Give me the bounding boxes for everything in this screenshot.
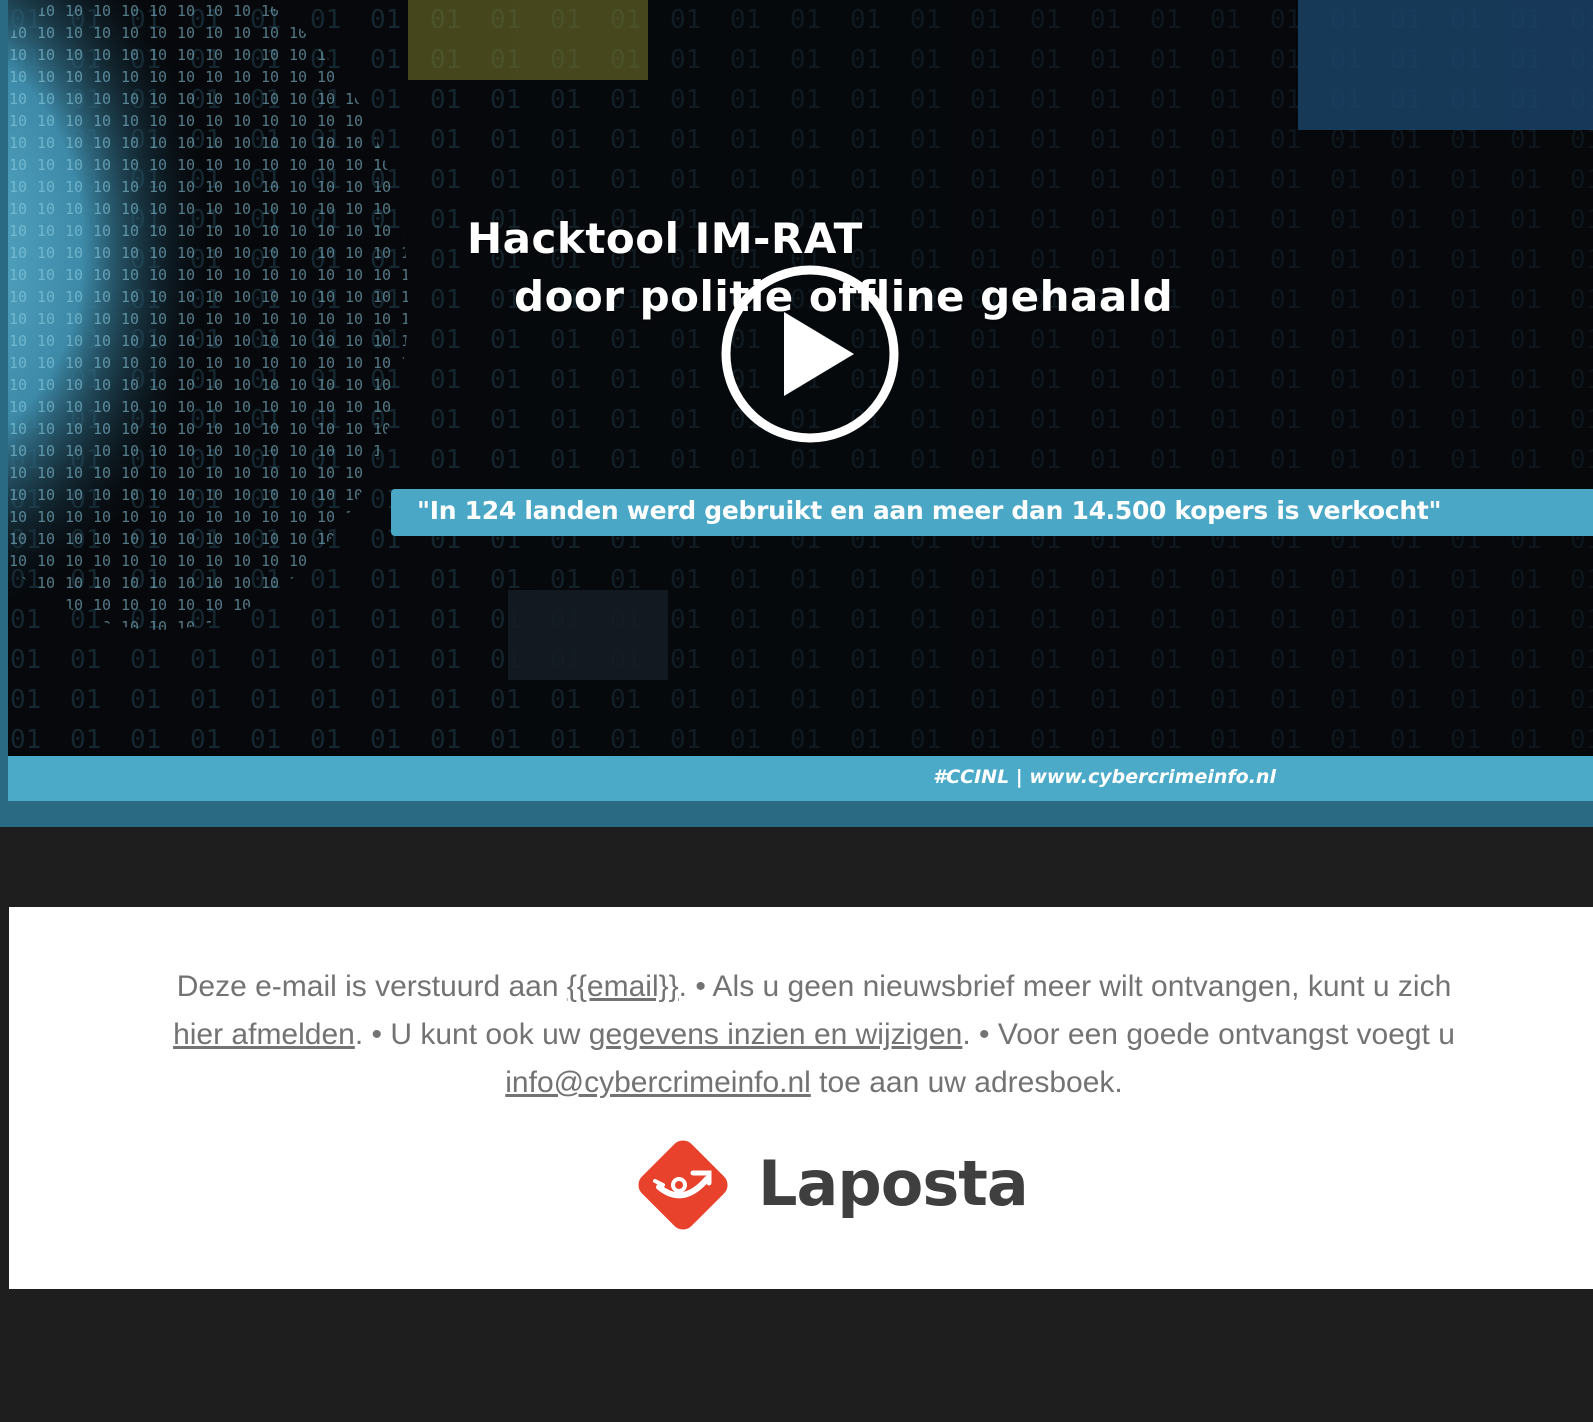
video-thumbnail[interactable]: 01 10 Hacktool IM-RAT door politie offli… bbox=[8, 0, 1593, 801]
unsubscribe-link[interactable]: hier afmelden bbox=[173, 1018, 355, 1051]
notice-text-part3: . • U kunt ook uw bbox=[354, 1018, 589, 1051]
video-card: 01 10 Hacktool IM-RAT door politie offli… bbox=[0, 0, 1593, 827]
video-quote: "In 124 landen werd gebruikt en aan meer… bbox=[417, 496, 1442, 525]
video-footer-text: #CCINL | www.cybercrimeinfo.nl bbox=[933, 766, 1276, 788]
laposta-logo[interactable]: Laposta bbox=[633, 1135, 1029, 1235]
notice-text-part5: toe aan uw adresboek. bbox=[810, 1066, 1123, 1099]
email-link[interactable]: {{email}} bbox=[567, 970, 679, 1003]
play-button[interactable] bbox=[720, 264, 900, 444]
profile-link[interactable]: gegevens inzien en wijzigen bbox=[589, 1018, 963, 1051]
email-footer-notice: Deze e-mail is verstuurd aan {{email}}. … bbox=[9, 907, 1593, 1289]
brand-name: Laposta bbox=[758, 1147, 1029, 1220]
play-icon bbox=[721, 265, 899, 443]
video-headline-line1: Hacktool IM-RAT bbox=[467, 214, 863, 263]
address-link[interactable]: info@cybercrimeinfo.nl bbox=[505, 1066, 811, 1099]
notice-text-part4: . • Voor een goede ontvangst voegt u bbox=[962, 1018, 1455, 1051]
notice-text-part2: . • Als u geen nieuwsbrief meer wilt ont… bbox=[678, 970, 1452, 1003]
notice-text-part1: Deze e-mail is verstuurd aan bbox=[176, 970, 567, 1003]
notice-text: Deze e-mail is verstuurd aan {{email}}. … bbox=[169, 963, 1459, 1107]
post-horn-icon bbox=[638, 1140, 728, 1230]
video-footer-bar bbox=[8, 756, 1593, 801]
